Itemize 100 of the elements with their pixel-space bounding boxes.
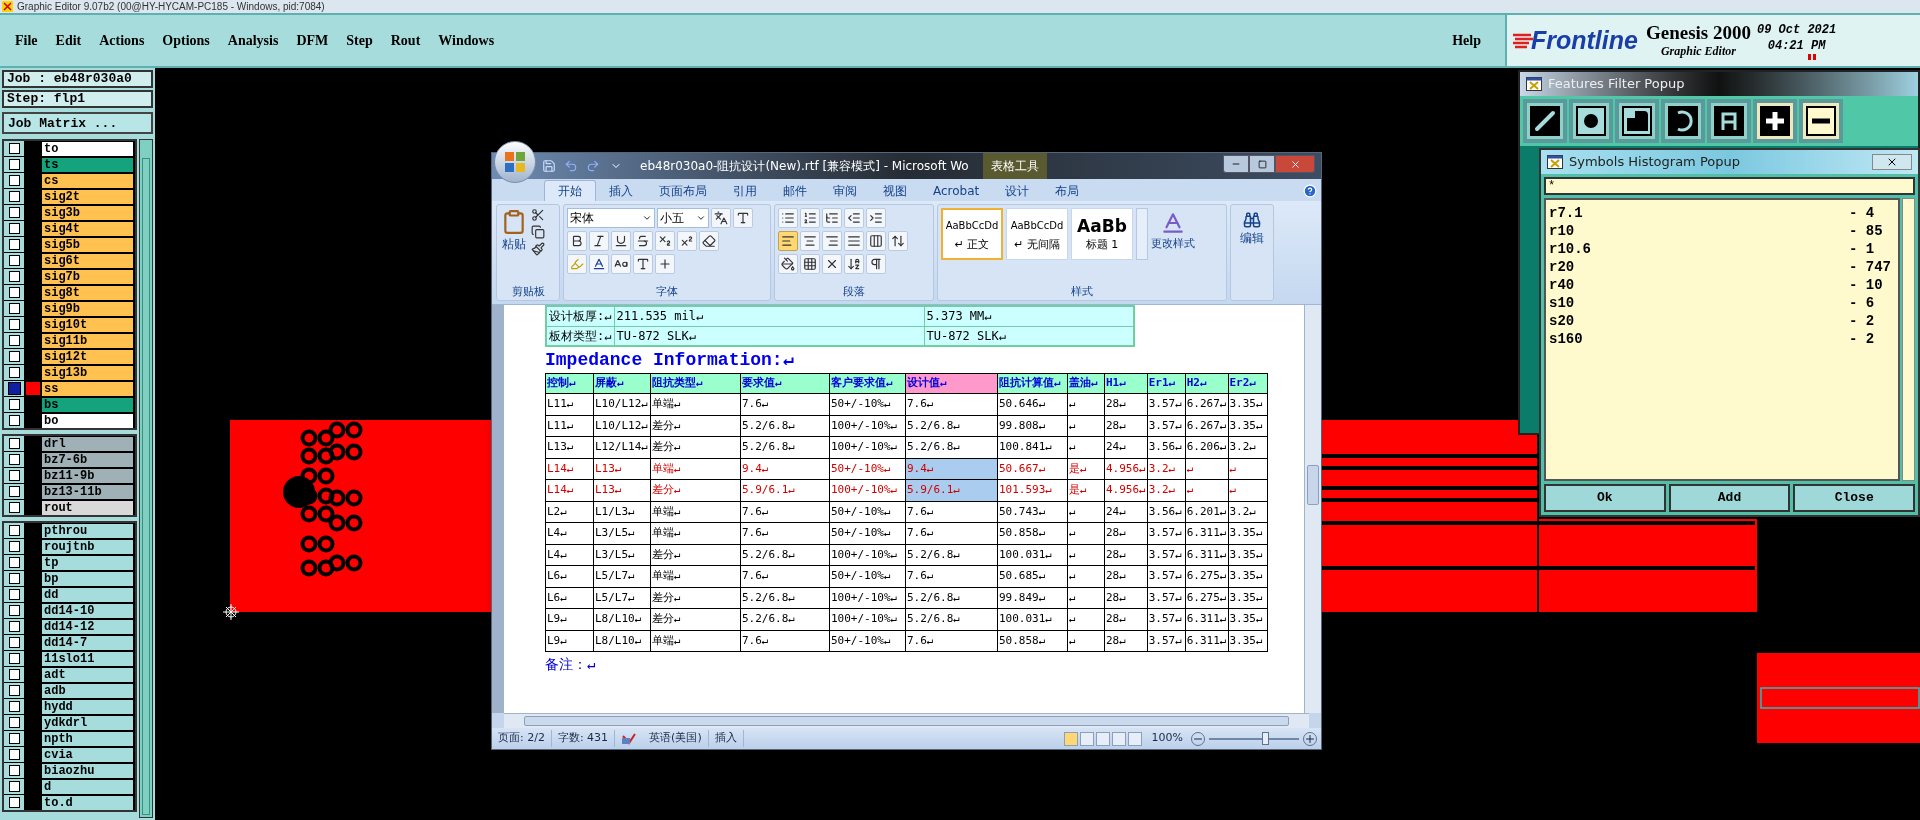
- filter-tool-button[interactable]: [1799, 99, 1843, 143]
- insert-mode-status[interactable]: 插入: [708, 730, 744, 747]
- menu-item[interactable]: File: [15, 30, 38, 51]
- layer-checkbox[interactable]: [8, 525, 20, 536]
- layer-checkbox[interactable]: [8, 351, 20, 362]
- filter-tool-button[interactable]: [1523, 99, 1567, 143]
- show-marks-button[interactable]: [866, 254, 886, 274]
- dialog-button[interactable]: Ok: [1544, 484, 1666, 512]
- layer-item[interactable]: sig7b: [42, 269, 133, 284]
- ribbon-tab[interactable]: 页面布局: [646, 180, 720, 201]
- layer-item[interactable]: sig8t: [42, 285, 133, 300]
- layer-checkbox[interactable]: [8, 717, 20, 728]
- minimize-button[interactable]: [1223, 155, 1249, 173]
- menu-item[interactable]: DFM: [296, 30, 329, 51]
- ribbon-tab[interactable]: 插入: [596, 180, 646, 201]
- format-painter-icon[interactable]: [531, 242, 545, 256]
- ribbon-tab[interactable]: 审阅: [820, 180, 870, 201]
- layer-checkbox[interactable]: [8, 159, 20, 170]
- font-field[interactable]: 宋体: [567, 208, 655, 228]
- borders-button[interactable]: [800, 254, 820, 274]
- layer-checkbox[interactable]: [8, 486, 20, 497]
- layer-checkbox[interactable]: [8, 765, 20, 776]
- filter-field[interactable]: *: [1544, 177, 1915, 195]
- align-right-button[interactable]: [822, 231, 842, 251]
- layer-item[interactable]: hydd: [42, 699, 133, 714]
- layer-checkbox[interactable]: [8, 701, 20, 712]
- layer-item[interactable]: dd: [42, 587, 133, 602]
- layer-checkbox[interactable]: [8, 383, 20, 394]
- layer-checkbox[interactable]: [8, 621, 20, 632]
- ribbon-tab[interactable]: 引用: [720, 180, 770, 201]
- layer-checkbox[interactable]: [8, 733, 20, 744]
- filter-tool-button[interactable]: [1753, 99, 1797, 143]
- layer-item[interactable]: bz7-6b: [42, 452, 133, 467]
- sort-button[interactable]: [844, 254, 864, 274]
- filter-tool-button[interactable]: [1661, 99, 1705, 143]
- layer-item[interactable]: dd14-10: [42, 603, 133, 618]
- layer-item[interactable]: sig3b: [42, 205, 133, 220]
- layer-item[interactable]: 11slo11: [42, 651, 133, 666]
- shading-button[interactable]: [778, 254, 798, 274]
- layer-checkbox[interactable]: [8, 143, 20, 154]
- layer-item[interactable]: bs: [42, 397, 133, 412]
- menu-item[interactable]: Help: [1452, 30, 1481, 51]
- layer-item[interactable]: sig11b: [42, 333, 133, 348]
- ribbon-tab[interactable]: 视图: [870, 180, 920, 201]
- maximize-button[interactable]: [1249, 155, 1275, 173]
- ribbon-tab[interactable]: 邮件: [770, 180, 820, 201]
- gallery-scrollbar[interactable]: [1136, 208, 1148, 260]
- save-icon[interactable]: [542, 159, 556, 173]
- paste-button[interactable]: 粘贴: [497, 205, 531, 284]
- layer-item[interactable]: adb: [42, 683, 133, 698]
- layer-item[interactable]: roujtnb: [42, 539, 133, 554]
- layer-item[interactable]: dd14-12: [42, 619, 133, 634]
- layer-item[interactable]: sig6t: [42, 253, 133, 268]
- layer-item[interactable]: sig13b: [42, 365, 133, 380]
- layer-item[interactable]: drl: [42, 436, 133, 451]
- justify-button[interactable]: [844, 231, 864, 251]
- layer-checkbox[interactable]: [8, 335, 20, 346]
- decrease-indent-button[interactable]: [844, 208, 864, 228]
- layer-item[interactable]: sig9b: [42, 301, 133, 316]
- align-center-button[interactable]: [800, 231, 820, 251]
- layer-item[interactable]: pthrou: [42, 523, 133, 538]
- layer-checkbox[interactable]: [8, 191, 20, 202]
- layer-item[interactable]: biaozhu: [42, 763, 133, 778]
- menu-item[interactable]: Options: [162, 30, 210, 51]
- dialog-button[interactable]: Add: [1668, 484, 1791, 512]
- menu-item[interactable]: Rout: [390, 30, 421, 51]
- layer-checkbox[interactable]: [8, 573, 20, 584]
- clear-format-button[interactable]: [699, 231, 719, 251]
- distribute-button[interactable]: [866, 231, 886, 251]
- layer-item[interactable]: rout: [42, 500, 133, 515]
- layer-item[interactable]: d: [42, 779, 133, 794]
- layer-checkbox[interactable]: [8, 502, 20, 513]
- help-icon[interactable]: [1303, 184, 1317, 198]
- layer-item[interactable]: bz13-11b: [42, 484, 133, 499]
- phonetic-button[interactable]: [711, 208, 731, 228]
- layer-item[interactable]: to.d: [42, 795, 133, 810]
- layer-checkbox[interactable]: [8, 319, 20, 330]
- layer-checkbox[interactable]: [8, 438, 20, 449]
- layer-checkbox[interactable]: [8, 605, 20, 616]
- layer-item[interactable]: bz11-9b: [42, 468, 133, 483]
- layer-item[interactable]: adt: [42, 667, 133, 682]
- layer-checkbox[interactable]: [8, 454, 20, 465]
- layer-checkbox[interactable]: [8, 653, 20, 664]
- layer-checkbox[interactable]: [8, 175, 20, 186]
- font-color-button[interactable]: [589, 254, 609, 274]
- change-styles-button[interactable]: 更改样式: [1151, 208, 1195, 284]
- layer-checkbox[interactable]: [8, 415, 20, 426]
- layer-item[interactable]: sig2t: [42, 189, 133, 204]
- layer-checkbox[interactable]: [8, 399, 20, 410]
- menu-item[interactable]: Windows: [438, 30, 495, 51]
- bold-button[interactable]: [567, 231, 587, 251]
- underline-button[interactable]: [611, 231, 631, 251]
- superscript-button[interactable]: [677, 231, 697, 251]
- layer-checkbox[interactable]: [8, 239, 20, 250]
- zoom-slider-thumb[interactable]: [1261, 731, 1269, 745]
- office-logo-icon[interactable]: [503, 150, 527, 174]
- layer-checkbox[interactable]: [8, 207, 20, 218]
- copy-icon[interactable]: [531, 225, 545, 239]
- filter-tool-button[interactable]: [1569, 99, 1613, 143]
- layer-item[interactable]: bp: [42, 571, 133, 586]
